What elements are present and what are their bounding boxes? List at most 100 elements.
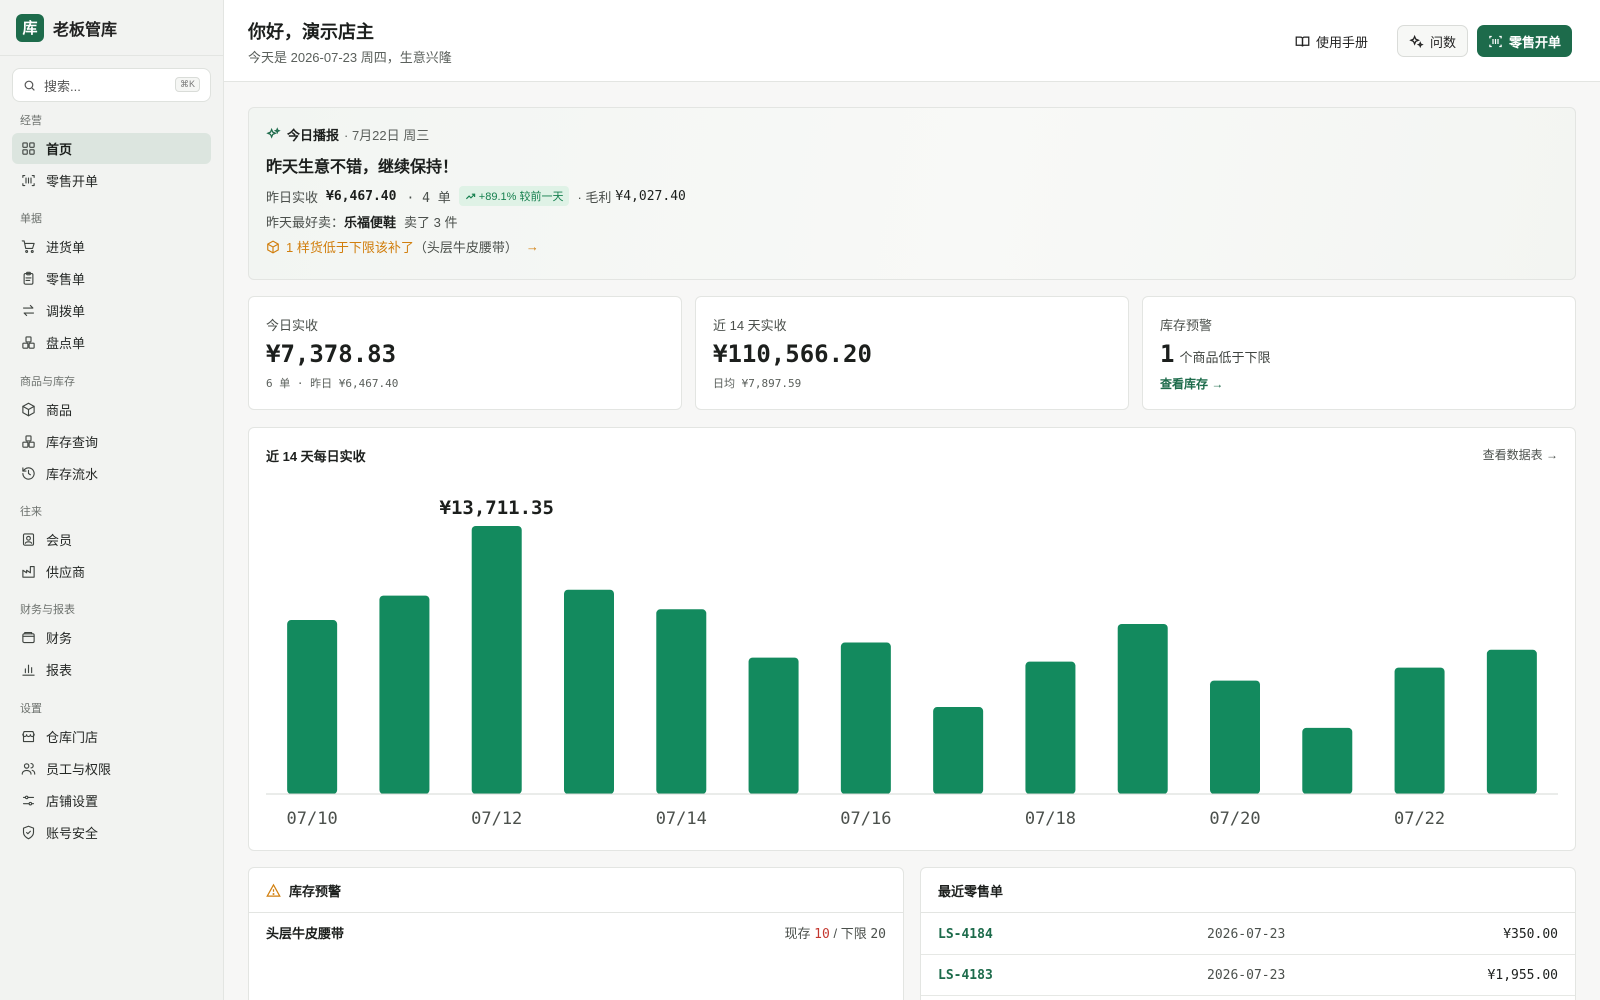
- daily-revenue-chart: 近 14 天每日实收 查看数据表 → 07/10 ¥13,711.35 07/12 0…: [248, 427, 1576, 851]
- chart-bar[interactable]: [287, 620, 338, 794]
- sidebar-item-label: 财务: [46, 631, 73, 646]
- chart-bar[interactable]: [379, 595, 430, 794]
- member-card-icon: [20, 532, 36, 548]
- sale-row[interactable]: LS-4184 2026-07-23 ¥350.00: [921, 914, 1575, 955]
- scan-icon: [20, 173, 36, 189]
- stock-alert-header: 库存预警: [249, 868, 903, 913]
- sale-number[interactable]: LS-4184: [938, 927, 993, 942]
- sidebar-item[interactable]: 库存流水: [12, 458, 211, 489]
- sidebar-item-label: 零售单: [46, 272, 86, 287]
- stock-alert-row[interactable]: 头层牛皮腰带 现存 10 / 下限 20: [266, 923, 886, 942]
- stock-label: 现存: [784, 926, 811, 941]
- chart-bar[interactable]: [1394, 667, 1445, 794]
- sidebar-item[interactable]: 店铺设置: [12, 785, 211, 816]
- sidebar-item[interactable]: 报表: [12, 654, 211, 685]
- bar-chart-icon: [20, 662, 36, 678]
- yesterday-label: 昨日实收: [266, 189, 319, 205]
- stat-alert-label: 库存预警: [1160, 318, 1213, 333]
- sidebar-item[interactable]: 盘点单: [12, 327, 211, 358]
- sale-amount: ¥1,955.00: [1487, 967, 1558, 983]
- sidebar-item[interactable]: 零售单: [12, 263, 211, 294]
- sidebar-item[interactable]: 零售开单: [12, 165, 211, 196]
- sidebar-item[interactable]: 调拨单: [12, 295, 211, 326]
- sidebar-item[interactable]: 财务: [12, 622, 211, 653]
- x-tick-label: 07/10: [287, 809, 338, 829]
- chart-bar[interactable]: [1117, 623, 1168, 794]
- bar-chart: 07/10 ¥13,711.35 07/12 07/14 07/16 07/18 07/20…: [266, 497, 1558, 829]
- ask-button[interactable]: 问数: [1397, 25, 1469, 57]
- search-input[interactable]: 搜索... ⌘K: [12, 68, 211, 102]
- stat-today-sub: 6 单 · 昨日 ¥6,467.40: [266, 377, 399, 390]
- chart-bar[interactable]: [564, 589, 614, 794]
- brand-name: 老板管库: [53, 21, 118, 39]
- book-icon: [1295, 36, 1310, 47]
- brand[interactable]: 库 老板管库: [0, 0, 223, 56]
- sidebar-item[interactable]: 账号安全: [12, 817, 211, 848]
- nav-group: 经营首页 零售开单: [12, 112, 211, 196]
- sidebar-item-label: 账号安全: [46, 826, 99, 841]
- ask-label: 问数: [1430, 34, 1457, 50]
- stock-current: 10: [814, 927, 830, 942]
- chart-bar[interactable]: [1486, 649, 1537, 794]
- trending-up-icon: [465, 193, 475, 199]
- profit-label: · 毛利: [577, 189, 612, 205]
- manual-button[interactable]: 使用手册: [1284, 25, 1379, 57]
- bestseller-count: 卖了 3 件: [404, 215, 458, 230]
- limit-label: 下限: [840, 926, 867, 941]
- stat-today-value: ¥7,378.83: [266, 340, 397, 368]
- nav-group-title: 财务与报表: [20, 604, 75, 616]
- users-icon: [20, 761, 36, 777]
- stock-alert-level: 现存 10 / 下限 20: [785, 923, 886, 942]
- nav-group: 设置 仓库门店 员工与权限 店铺设置 账号安全: [12, 700, 211, 848]
- sidebar-item[interactable]: 仓库门店: [12, 721, 211, 752]
- sale-row[interactable]: LS-4183 2026-07-23 ¥1,955.00: [921, 955, 1575, 996]
- chart-bar[interactable]: [471, 526, 522, 794]
- stat-14days: 近 14 天实收 ¥110,566.20 日均 ¥7,897.59: [695, 296, 1129, 410]
- chart-bar[interactable]: [1210, 680, 1260, 794]
- chart-bar[interactable]: [748, 657, 799, 794]
- transfer-icon: [20, 303, 36, 319]
- sale-amount: ¥350.00: [1503, 926, 1558, 942]
- restock-warning-text: 1 样货低于下限该补了: [286, 240, 414, 255]
- package-icon: [20, 402, 36, 418]
- nav-group: 往来 会员 供应商: [12, 503, 211, 587]
- view-stock-link[interactable]: 查看库存 →: [1160, 375, 1223, 392]
- chart-bar[interactable]: [840, 642, 891, 794]
- chart-bar[interactable]: [933, 707, 984, 794]
- clipboard-icon: [20, 271, 36, 287]
- page-subtitle: 今天是 2026-07-23 周四，生意兴隆: [248, 50, 452, 65]
- sidebar-item-label: 供应商: [46, 565, 86, 580]
- broadcast-yesterday-line: 昨日实收 ¥6,467.40 · 4 单 +89.1% 较前一天 · 毛利 ¥4…: [266, 186, 686, 206]
- sidebar-item[interactable]: 员工与权限: [12, 753, 211, 784]
- sidebar-item[interactable]: 进货单: [12, 231, 211, 262]
- wallet-icon: [20, 630, 36, 646]
- sidebar-item[interactable]: 会员: [12, 524, 211, 555]
- restock-warning-link[interactable]: 1 样货低于下限该补了 （头层牛皮腰带） →: [266, 237, 539, 256]
- broadcast-title: 今日播报: [287, 128, 340, 143]
- nav-group-title: 经营: [20, 115, 42, 127]
- sparkles-icon: [1409, 34, 1424, 48]
- chart-bar[interactable]: [656, 609, 707, 794]
- x-tick-label: 07/16: [840, 809, 891, 829]
- pos-button[interactable]: 零售开单: [1477, 25, 1573, 57]
- home-grid-icon: [20, 141, 36, 157]
- store-icon: [20, 729, 36, 745]
- pos-label: 零售开单: [1509, 34, 1562, 50]
- sidebar-item[interactable]: 供应商: [12, 556, 211, 587]
- growth-badge: +89.1% 较前一天: [458, 186, 570, 206]
- sidebar-item[interactable]: 首页: [12, 133, 211, 164]
- header: 你好，演示店主 今天是 2026-07-23 周四，生意兴隆 使用手册 问数 零…: [224, 0, 1600, 82]
- sidebar-item-label: 员工与权限: [46, 762, 112, 777]
- sale-number[interactable]: LS-4183: [938, 968, 993, 983]
- daily-broadcast: 今日播报 · 7月22日 周三 昨天生意不错，继续保持！ 昨日实收 ¥6,467…: [248, 107, 1576, 280]
- sidebar-item[interactable]: 库存查询: [12, 426, 211, 457]
- factory-icon: [20, 564, 36, 580]
- chart-bar[interactable]: [1025, 661, 1076, 794]
- profit-amount: ¥4,027.40: [615, 188, 686, 204]
- chart-bar[interactable]: [1302, 727, 1353, 794]
- sidebar: 库 老板管库 搜索... ⌘K 经营 首页 零售开单 单据 进货单 零售单 调拨单 盘点单 商品…: [0, 0, 224, 1000]
- stock-alert-product: 头层牛皮腰带: [266, 926, 345, 941]
- sidebar-item[interactable]: 商品: [12, 394, 211, 425]
- sparkles-icon: [266, 127, 281, 139]
- yesterday-amount: ¥6,467.40: [326, 188, 397, 204]
